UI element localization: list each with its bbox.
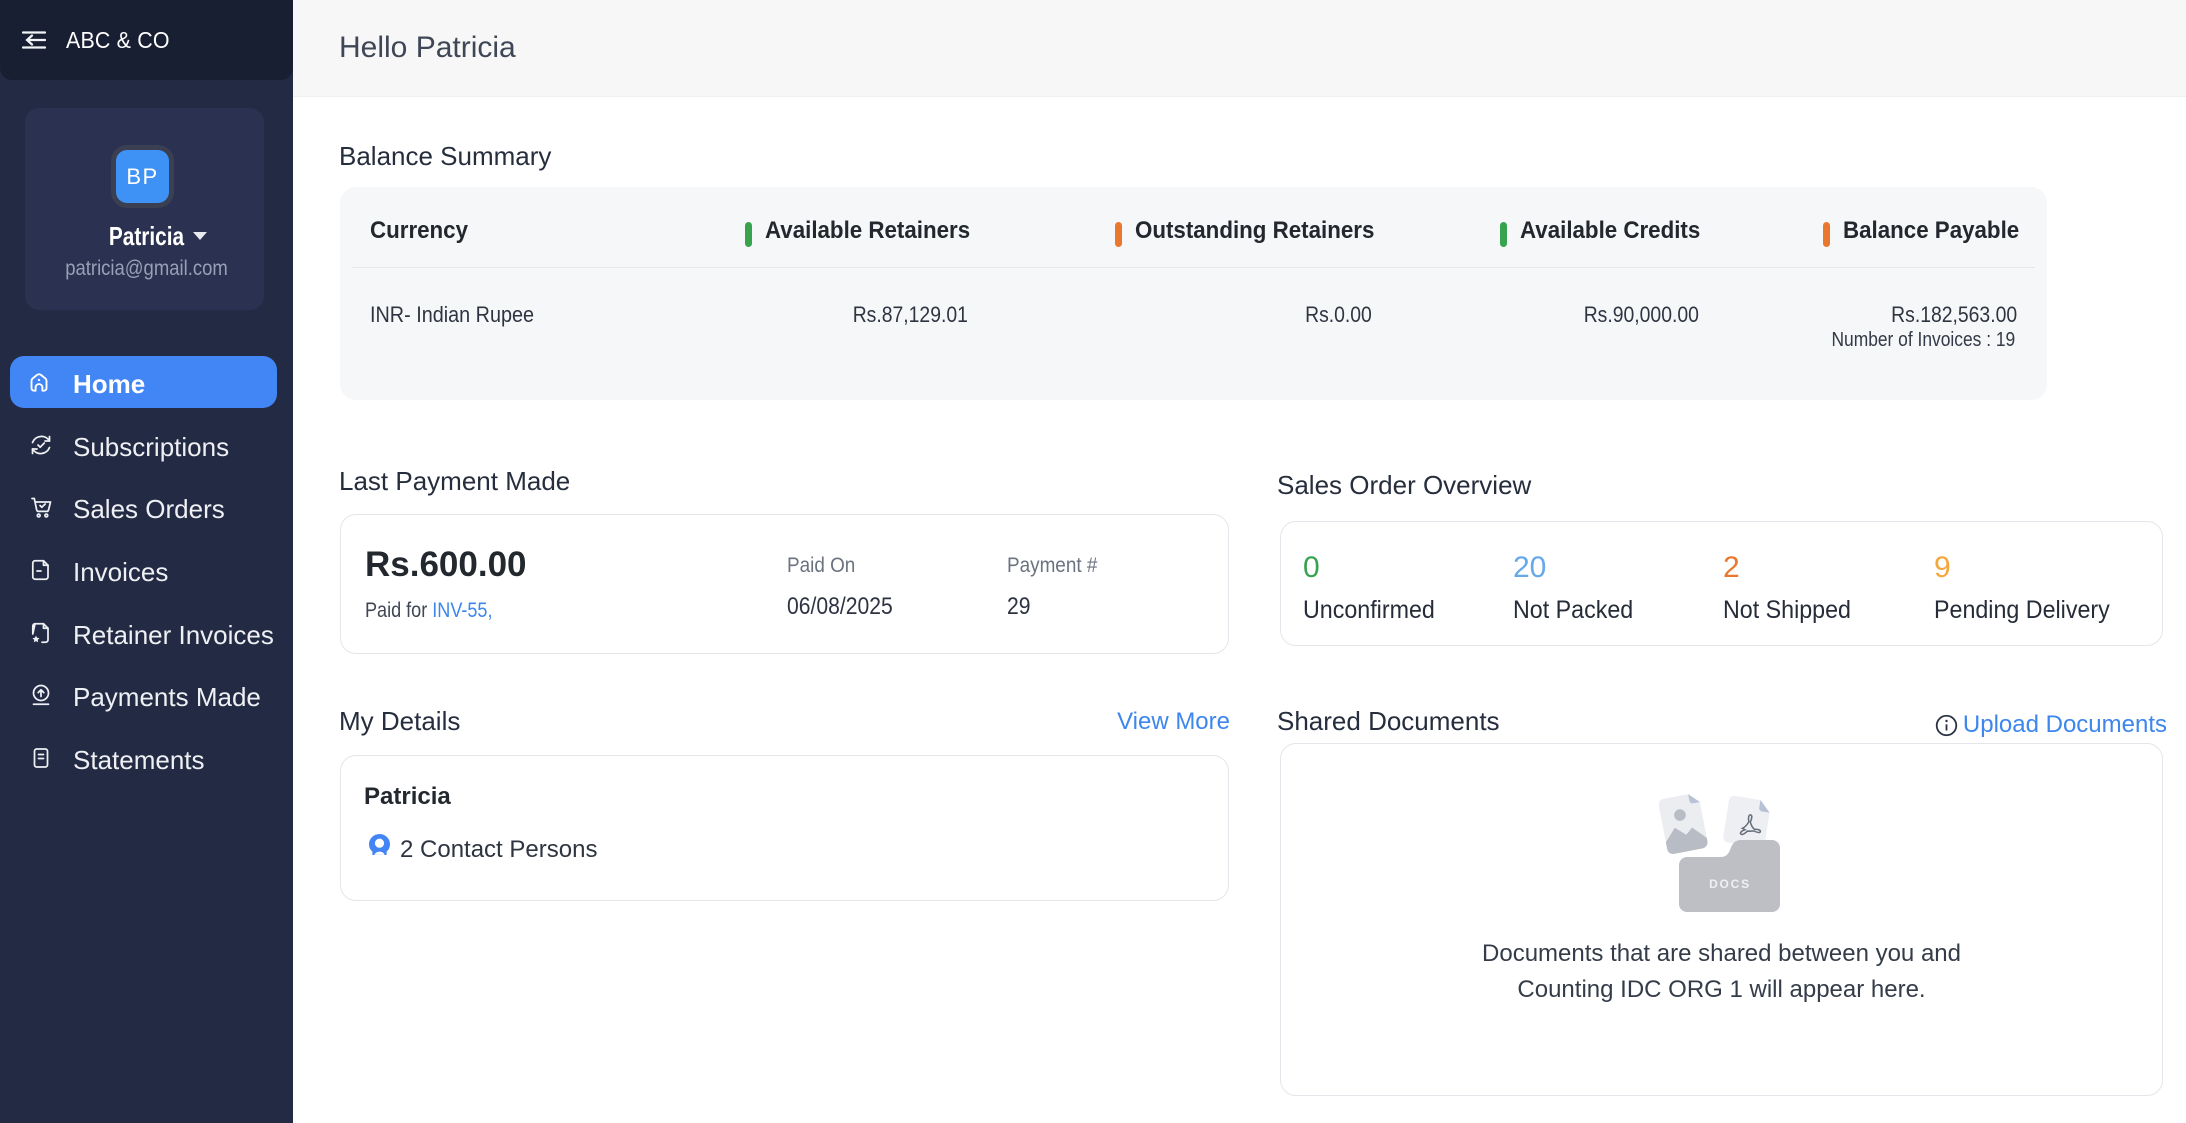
svg-text:DOCS: DOCS [1709,877,1751,891]
